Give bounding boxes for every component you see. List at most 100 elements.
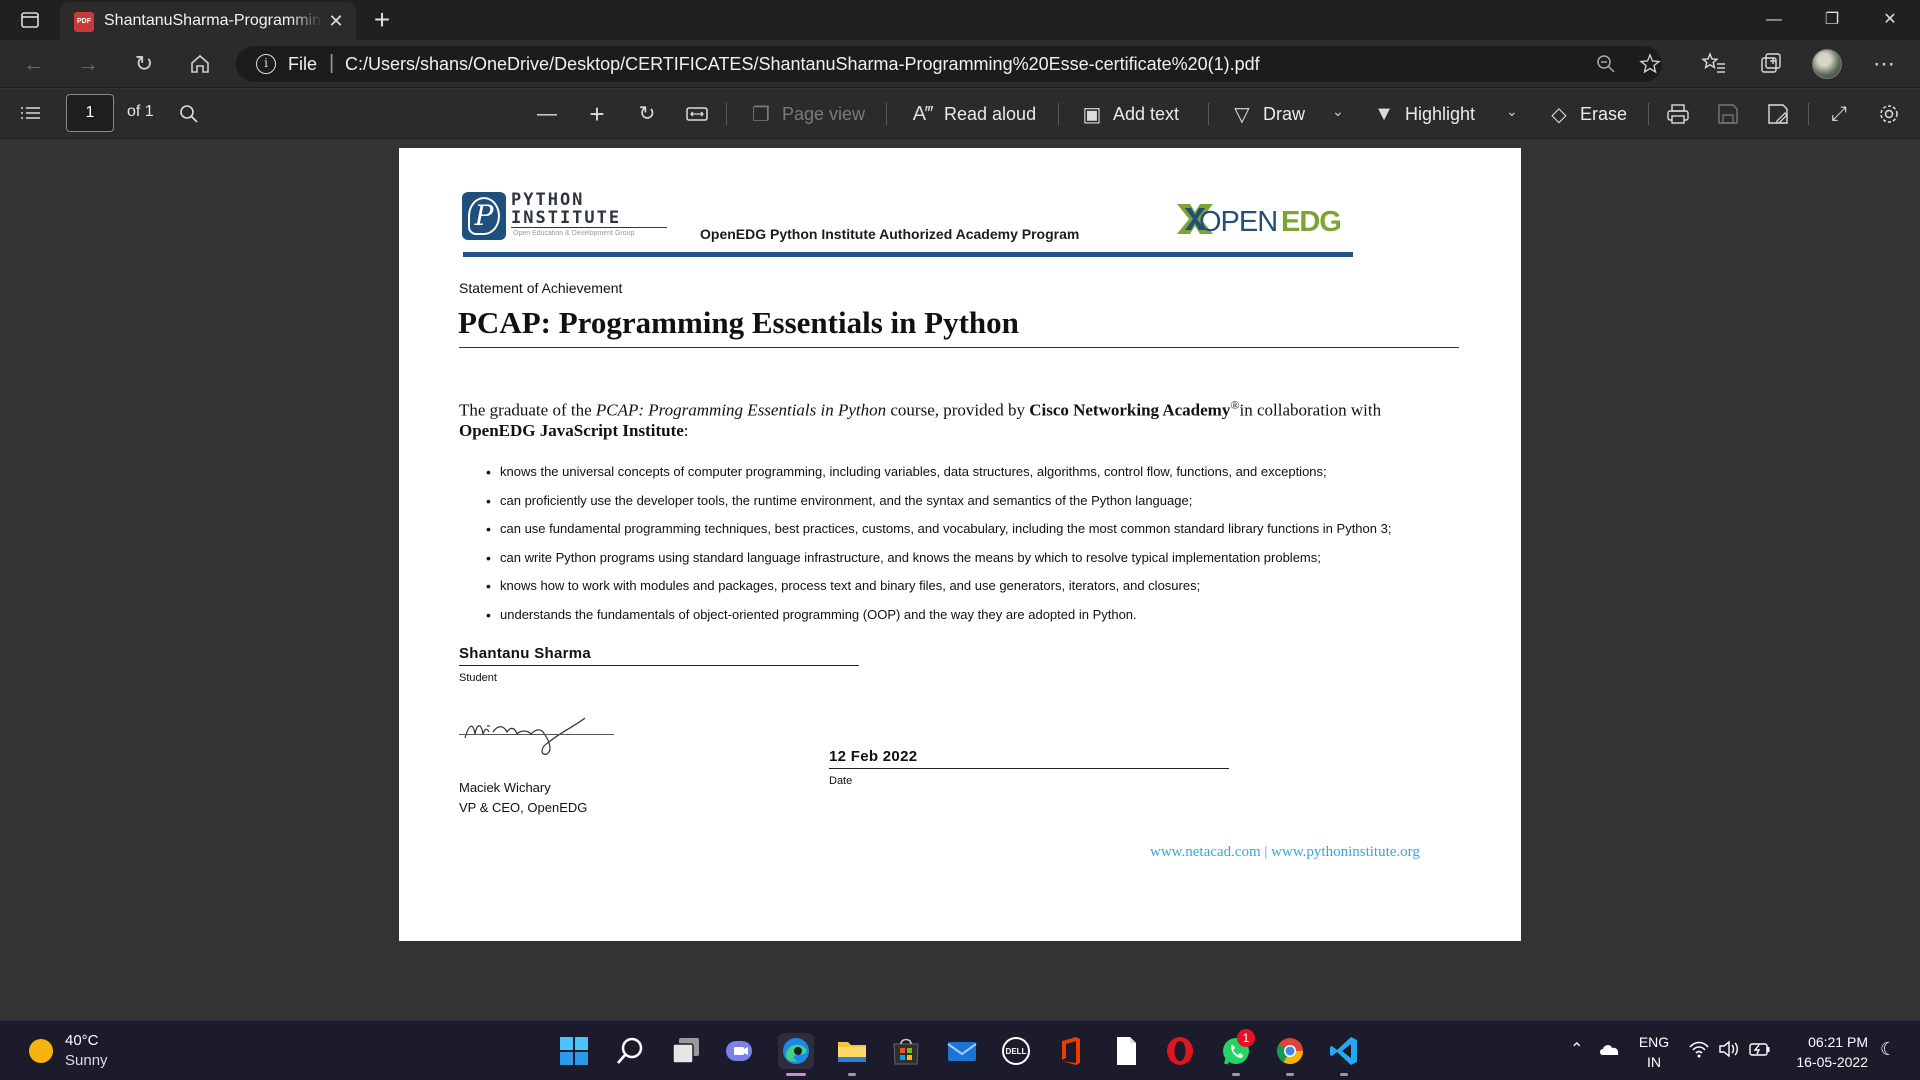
signer-name: Maciek Wichary	[459, 780, 551, 795]
whatsapp-notification-badge: 1	[1237, 1029, 1255, 1047]
add-text-label: Add text	[1113, 103, 1180, 124]
new-tab-button[interactable]: +	[368, 6, 396, 34]
browser-tab[interactable]: PDF ShantanuSharma-Programming Esse-cert…	[60, 2, 356, 40]
taskbar: 40°C Sunny DELL 1 ⌃ ENG IN 06:21 PM 16-05-…	[0, 1020, 1920, 1080]
page-view-icon: ❐	[752, 103, 770, 126]
onedrive-cloud-icon[interactable]	[1598, 1039, 1622, 1059]
zoom-out-icon[interactable]	[1594, 52, 1618, 76]
add-favorite-icon[interactable]	[1638, 52, 1662, 76]
zoom-out-button[interactable]: —	[534, 101, 560, 127]
achievement-list: knows the universal concepts of computer…	[486, 462, 1508, 633]
info-icon[interactable]: i	[256, 54, 276, 74]
openedg-logo-open: OPEN	[1199, 206, 1278, 238]
read-aloud-button[interactable]: A‴ Read aloud	[912, 101, 1036, 127]
partner-name: OpenEDG JavaScript Institute	[459, 420, 684, 440]
forward-button[interactable]: →	[72, 48, 104, 80]
teams-chat-icon[interactable]	[722, 1033, 758, 1069]
battery-charging-icon[interactable]	[1748, 1039, 1772, 1059]
refresh-button[interactable]: ↻	[128, 48, 160, 80]
running-app-indicator	[1232, 1073, 1240, 1076]
favorites-icon[interactable]	[1700, 50, 1728, 78]
title-bar: PDF ShantanuSharma-Programming Esse-cert…	[0, 0, 1920, 40]
erase-button[interactable]: ◇ Erase	[1548, 101, 1627, 127]
add-text-button[interactable]: ▣ Add text	[1081, 101, 1180, 127]
python-institute-logo: P	[462, 192, 506, 240]
provider-name: Cisco Networking Academy	[1029, 400, 1231, 420]
add-text-icon: ▣	[1082, 103, 1102, 126]
system-clock[interactable]: 06:21 PM 16-05-2022	[1786, 1032, 1868, 1072]
tab-close-button[interactable]: ✕	[326, 11, 346, 31]
table-of-contents-icon[interactable]	[18, 101, 44, 127]
intro-text: The graduate of the	[459, 400, 596, 420]
profile-avatar[interactable]	[1812, 49, 1842, 79]
microsoft-store-icon[interactable]	[888, 1033, 924, 1069]
draw-button[interactable]: ▽ Draw	[1231, 101, 1305, 127]
draw-options-chevron-icon[interactable]: ⌄	[1332, 103, 1344, 120]
clock-time: 06:21 PM	[1808, 1034, 1868, 1050]
fullscreen-icon[interactable]: ⤢	[1826, 101, 1852, 127]
close-window-button[interactable]: ✕	[1862, 0, 1918, 40]
file-explorer-icon[interactable]	[834, 1033, 870, 1069]
page-view-label: Page view	[782, 103, 866, 124]
minimize-button[interactable]: —	[1746, 0, 1802, 40]
highlight-button[interactable]: ▼ Highlight	[1373, 101, 1475, 127]
focus-assist-moon-icon[interactable]: ☾	[1880, 1039, 1896, 1060]
collections-icon[interactable]	[1756, 50, 1784, 78]
task-view-icon[interactable]	[668, 1033, 704, 1069]
award-date: 12 Feb 2022	[829, 748, 918, 765]
office-icon[interactable]	[1052, 1033, 1088, 1069]
page-number-input[interactable]: 1	[66, 94, 114, 132]
print-icon[interactable]	[1665, 101, 1691, 127]
weather-temperature[interactable]: 40°C	[65, 1032, 99, 1049]
url-separator: |	[329, 52, 335, 74]
volume-icon[interactable]	[1718, 1039, 1740, 1059]
draw-icon: ▽	[1234, 103, 1250, 126]
eraser-icon: ◇	[1551, 103, 1567, 126]
show-hidden-icons-chevron-icon[interactable]: ⌃	[1570, 1039, 1583, 1059]
mail-icon[interactable]	[944, 1033, 980, 1069]
chrome-icon[interactable]	[1272, 1033, 1308, 1069]
page-view-button[interactable]: ❐ Page view	[750, 101, 865, 127]
intro-text: :	[683, 420, 689, 440]
highlight-options-chevron-icon[interactable]: ⌄	[1506, 103, 1518, 120]
language-code: ENG	[1638, 1034, 1670, 1050]
footer-links[interactable]: www.netacad.com | www.pythoninstitute.or…	[1150, 844, 1420, 861]
erase-label: Erase	[1580, 103, 1628, 124]
date-label: Date	[829, 775, 853, 787]
start-windows-icon[interactable]	[556, 1033, 592, 1069]
zoom-in-button[interactable]: +	[584, 101, 610, 127]
search-taskbar-icon[interactable]	[612, 1033, 648, 1069]
save-as-icon[interactable]	[1765, 101, 1791, 127]
dell-icon[interactable]: DELL	[998, 1033, 1034, 1069]
header-rule	[463, 252, 1353, 257]
logo-python-text: PYTHON	[511, 190, 585, 210]
toolbar-divider	[886, 103, 887, 125]
student-rule	[459, 665, 859, 666]
search-icon[interactable]	[176, 101, 202, 127]
highlight-label: Highlight	[1405, 103, 1476, 124]
weather-description[interactable]: Sunny	[65, 1052, 108, 1069]
vscode-icon[interactable]	[1326, 1033, 1362, 1069]
back-button[interactable]: ←	[18, 48, 50, 80]
intro-paragraph: The graduate of the PCAP: Programming Es…	[459, 395, 1461, 441]
opera-icon[interactable]	[1162, 1033, 1198, 1069]
highlight-icon: ▼	[1374, 102, 1394, 125]
address-bar[interactable]: i File | C:/Users/shans/OneDrive/Desktop…	[236, 46, 1662, 82]
rotate-icon[interactable]: ↻	[634, 101, 660, 127]
fit-to-width-icon[interactable]	[684, 101, 710, 127]
restore-button[interactable]: ❐	[1804, 0, 1860, 40]
edge-browser-icon[interactable]	[778, 1033, 814, 1069]
scheme-label: File	[288, 54, 318, 74]
settings-gear-icon[interactable]	[1876, 101, 1902, 127]
wifi-icon[interactable]	[1688, 1039, 1710, 1059]
more-menu-icon[interactable]: ⋯	[1870, 50, 1898, 78]
active-app-indicator	[786, 1073, 806, 1076]
home-icon[interactable]	[184, 48, 216, 80]
clock-date: 16-05-2022	[1796, 1054, 1868, 1070]
input-language[interactable]: ENG IN	[1638, 1032, 1670, 1072]
url-text[interactable]: C:/Users/shans/OneDrive/Desktop/CERTIFIC…	[345, 54, 1260, 75]
blank-document-icon[interactable]	[1108, 1033, 1144, 1069]
save-icon[interactable]	[1715, 101, 1741, 127]
tab-actions-icon[interactable]	[20, 10, 40, 30]
sun-weather-icon[interactable]	[29, 1039, 53, 1063]
